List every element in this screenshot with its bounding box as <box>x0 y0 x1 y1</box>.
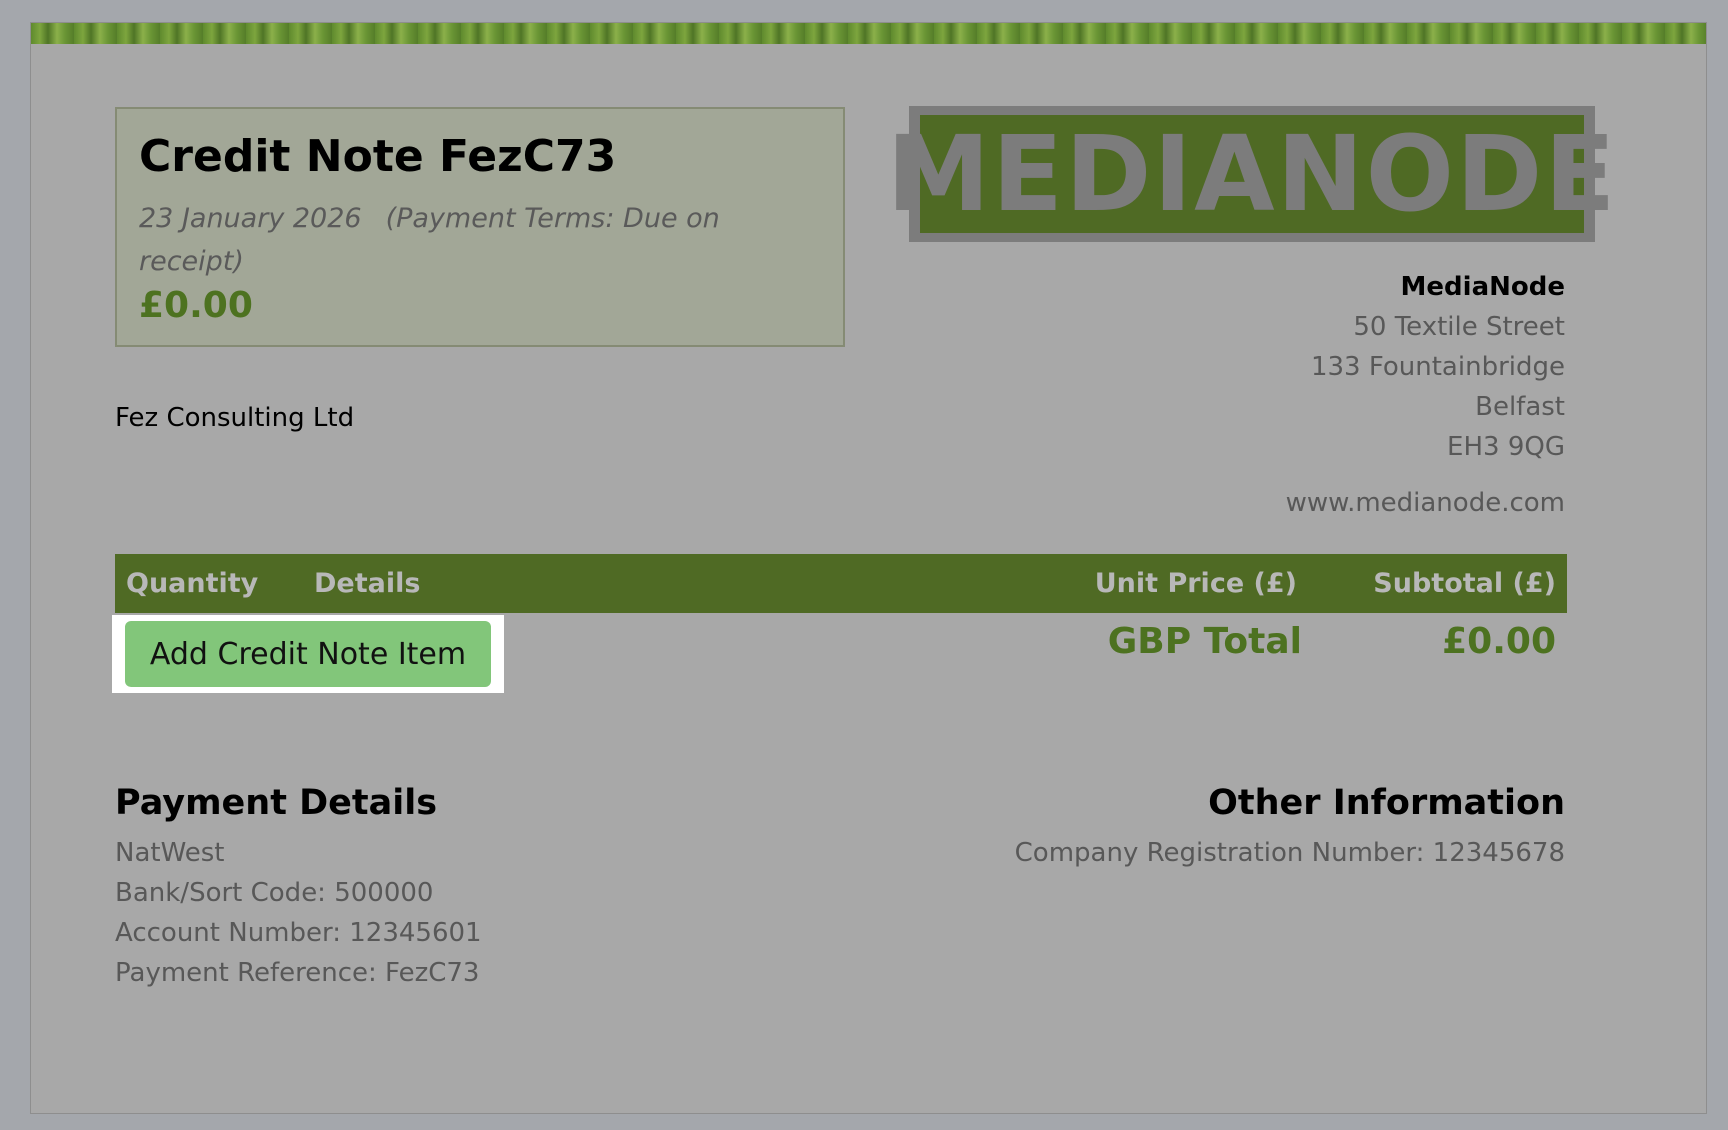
credit-note-date: 23 January 2026 <box>139 203 362 234</box>
payment-details-heading: Payment Details <box>115 783 438 823</box>
column-header-details: Details <box>314 568 421 599</box>
column-header-unit-price: Unit Price (£) <box>1094 568 1297 599</box>
payment-details-block: NatWest Bank/Sort Code: 500000 Account N… <box>115 833 482 993</box>
client-name: Fez Consulting Ltd <box>115 403 355 433</box>
column-header-subtotal: Subtotal (£) <box>1373 568 1556 599</box>
company-address-line: 133 Fountainbridge <box>1310 352 1565 382</box>
credit-note-title: Credit Note FezC73 <box>139 131 617 182</box>
company-logo: MEDIANODE <box>887 106 1615 242</box>
credit-note-date-terms: 23 January 2026 (Payment Terms: Due on re… <box>139 197 779 283</box>
company-website: www.medianode.com <box>1285 488 1565 518</box>
gbp-total-label: GBP Total <box>1107 621 1302 662</box>
bank-name: NatWest <box>115 838 225 868</box>
top-decorative-stripe <box>31 23 1706 44</box>
account-number: Account Number: 12345601 <box>115 918 482 948</box>
company-registration-number: Company Registration Number: 12345678 <box>1014 838 1565 868</box>
payment-reference: Payment Reference: FezC73 <box>115 958 480 988</box>
other-information-block: Company Registration Number: 12345678 <box>1015 833 1565 873</box>
credit-note-page: Credit Note FezC73 23 January 2026 (Payme… <box>30 22 1707 1114</box>
add-credit-note-item-button[interactable]: Add Credit Note Item <box>125 621 491 687</box>
company-address-line: Belfast <box>1475 392 1565 422</box>
company-address-line: EH3 9QG <box>1447 432 1565 462</box>
company-logo-panel: MEDIANODE <box>887 115 1615 233</box>
items-table-header: Quantity Details Unit Price (£) Subtotal… <box>115 554 1567 613</box>
company-address-block: MediaNode 50 Textile Street 133 Fountain… <box>1286 267 1565 523</box>
credit-note-amount: £0.00 <box>139 285 253 326</box>
sort-code: Bank/Sort Code: 500000 <box>115 878 434 908</box>
credit-note-summary-box: Credit Note FezC73 23 January 2026 (Payme… <box>115 107 845 347</box>
company-address-line: 50 Textile Street <box>1353 312 1565 342</box>
other-information-heading: Other Information <box>1208 783 1565 823</box>
column-header-quantity: Quantity <box>126 568 259 599</box>
company-name: MediaNode <box>1400 272 1565 302</box>
company-logo-text: MEDIANODE <box>886 113 1618 235</box>
gbp-total-amount: £0.00 <box>1442 621 1556 662</box>
